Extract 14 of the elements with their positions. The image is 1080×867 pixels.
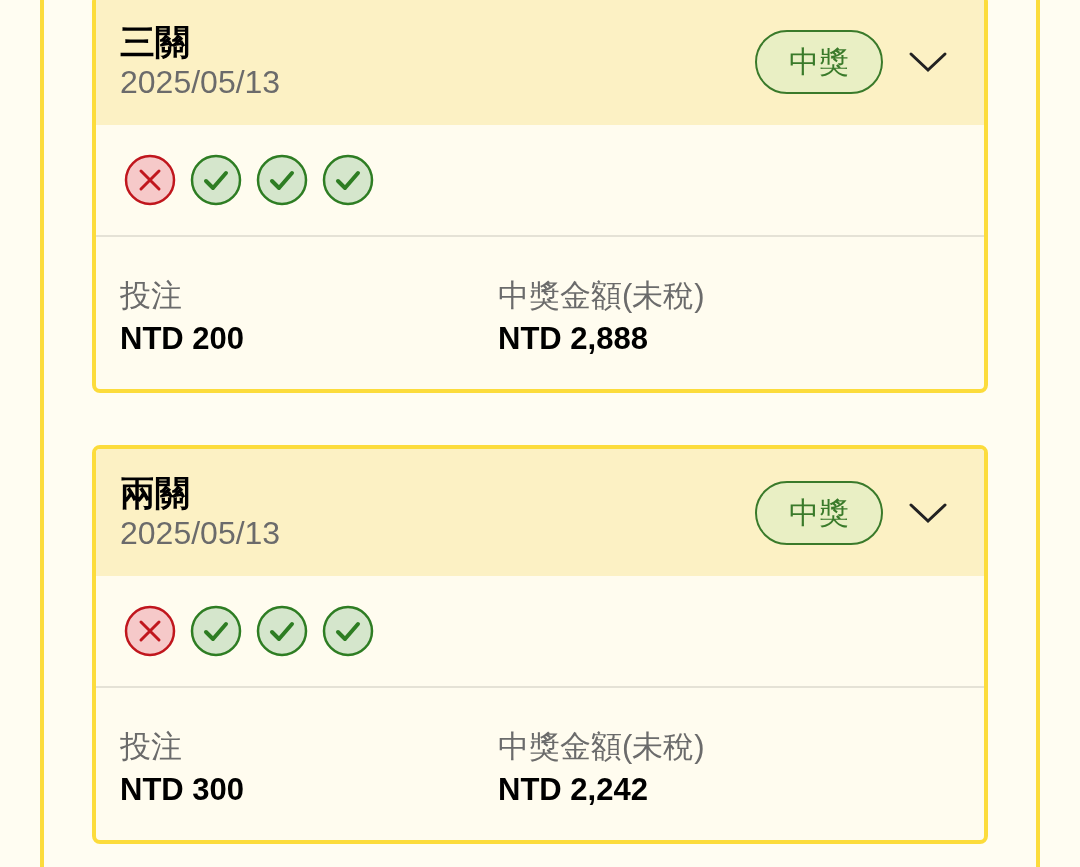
stake-amount: NTD 300 [120,771,246,809]
bet-date: 2025/05/13 [120,513,282,553]
bet-title: 兩關 [120,472,191,513]
bet-title: 三關 [120,21,191,62]
prize-amount: NTD 2,888 [498,320,649,358]
stake-label: 投注 [120,277,183,315]
status-badge: 中獎 [755,480,883,545]
prize-label: 中獎金額(未稅) [498,277,705,315]
prize-label: 中獎金額(未稅) [498,728,705,766]
status-badge: 中獎 [755,29,883,94]
stake-label: 投注 [120,728,183,766]
bet-date: 2025/05/13 [120,62,282,102]
prize-amount: NTD 2,242 [498,771,649,809]
stake-amount: NTD 200 [120,320,246,358]
